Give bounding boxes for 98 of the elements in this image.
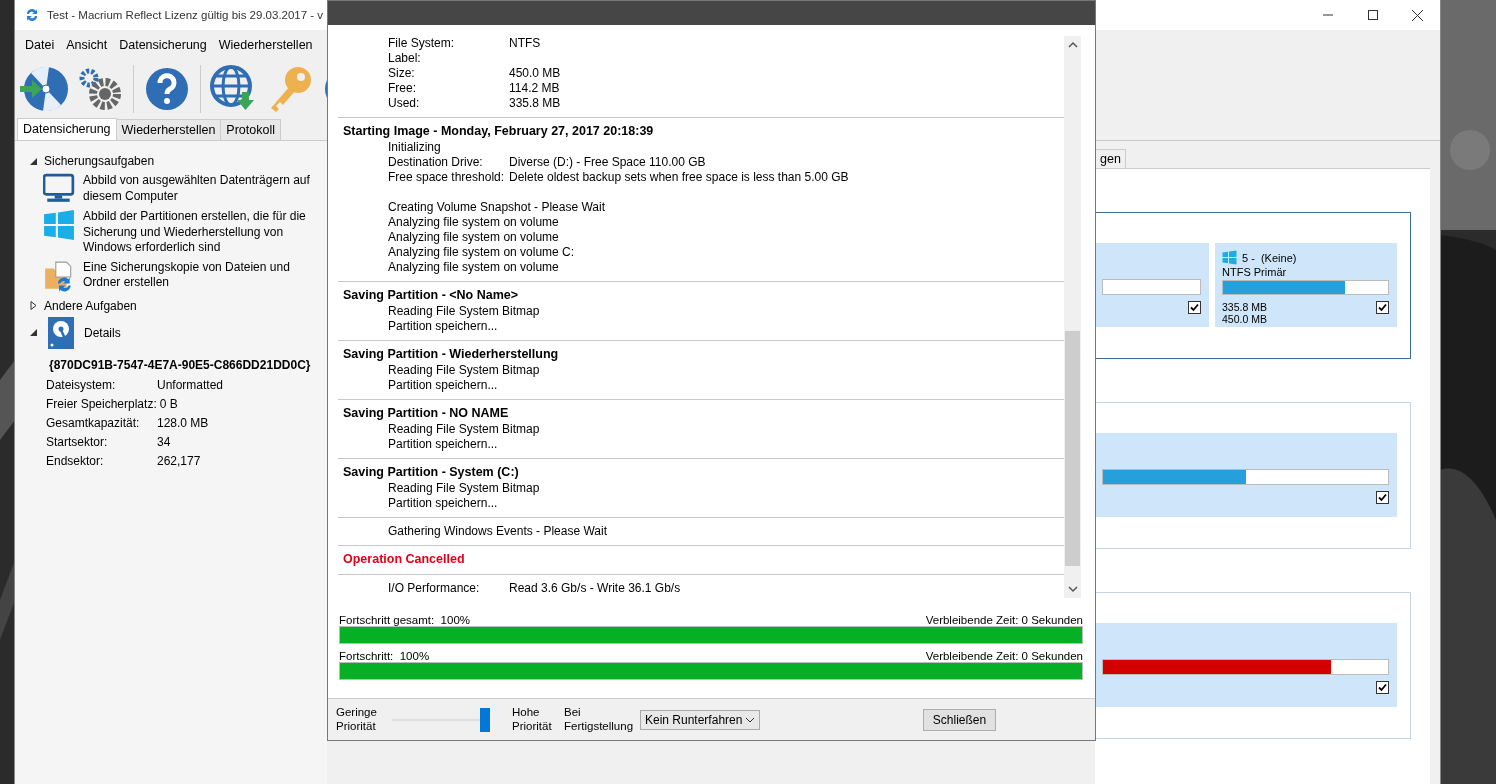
close-dialog-button[interactable]: Schließen bbox=[923, 708, 996, 731]
log-label: I/O Performance: bbox=[388, 581, 481, 596]
menu-item[interactable]: Datensicherung bbox=[113, 38, 213, 52]
section-title[interactable]: Sicherungsaufgaben bbox=[44, 154, 155, 168]
remaining-time: Verbleibende Zeit: 0 Sekunden bbox=[925, 614, 1083, 626]
priority-label: Hohe Priorität bbox=[512, 706, 553, 733]
log-value: 335.8 MB bbox=[509, 96, 561, 111]
app-logo-icon bbox=[25, 8, 39, 22]
log-heading: Saving Partition - Wiederherstellung bbox=[342, 347, 560, 363]
log-line: Initializing bbox=[388, 140, 441, 155]
detail-value: 0 B bbox=[159, 397, 178, 411]
progress-label: Fortschritt: 100% bbox=[339, 650, 430, 662]
log-line: Creating Volume Snapshot - Please Wait bbox=[388, 200, 605, 215]
error-heading: Operation Cancelled bbox=[342, 552, 466, 568]
log-line: Gathering Windows Events - Please Wait bbox=[388, 524, 607, 539]
log-line: Partition speichern... bbox=[388, 319, 498, 334]
remaining-time: Verbleibende Zeit: 0 Sekunden bbox=[925, 650, 1083, 662]
detail-label: Dateisystem: bbox=[46, 378, 117, 392]
menu-item[interactable]: Datei bbox=[19, 38, 61, 52]
detail-label: Gesamtkapazität: bbox=[46, 416, 141, 430]
task-link[interactable]: Eine Sicherungskopie von Dateien und Ordner erstellen bbox=[83, 259, 327, 292]
log-value: Read 3.6 Gb/s - Write 36.1 Gb/s bbox=[509, 581, 681, 596]
log-line: Analyzing file system on volume C: bbox=[388, 245, 575, 260]
detail-value: 262,177 bbox=[157, 454, 201, 468]
log-line: Analyzing file system on volume bbox=[388, 260, 559, 275]
maximize-icon[interactable] bbox=[1367, 10, 1378, 20]
total-size: 450.0 MB bbox=[1222, 313, 1267, 326]
log-line: Reading File System Bitmap bbox=[388, 363, 540, 378]
scrollbar[interactable] bbox=[1064, 36, 1081, 598]
tab[interactable]: Protokoll bbox=[220, 119, 281, 140]
log-heading: Saving Partition - NO NAME bbox=[342, 406, 510, 422]
log-value: 450.0 MB bbox=[509, 66, 561, 81]
detail-label: Freier Speicherplatz: bbox=[46, 397, 157, 411]
tab[interactable]: Wiederherstellen bbox=[115, 119, 222, 140]
completion-dropdown[interactable]: Kein Runterfahren bbox=[640, 709, 760, 730]
log-value: Delete oldest backup sets when free space is less than 5.00 GB bbox=[509, 170, 849, 185]
menu-item[interactable]: Ansicht bbox=[60, 38, 114, 52]
close-icon[interactable] bbox=[1412, 9, 1423, 21]
log-line: Analyzing file system on volume bbox=[388, 230, 559, 245]
window-title: Test - Macrium Reflect Lizenz gültig bis 29.03.2017 - v bbox=[47, 9, 324, 21]
collapse-icon[interactable] bbox=[29, 156, 38, 166]
log-label: Size: bbox=[388, 66, 416, 81]
partition-name: 5 - (Keine) bbox=[1242, 251, 1297, 264]
tab[interactable]: gen bbox=[1095, 149, 1126, 168]
chevron-down-icon[interactable] bbox=[745, 716, 755, 723]
partition-type: NTFS Primär bbox=[1222, 265, 1288, 280]
log-heading: Saving Partition - <No Name> bbox=[342, 288, 520, 304]
partition-card[interactable]: 5 - (Keine) NTFS Primär 335.8 MB 450.0 MB bbox=[1215, 243, 1397, 327]
detail-label: Startsektor: bbox=[46, 435, 109, 449]
detail-value: 34 bbox=[157, 435, 171, 449]
log-heading: Starting Image - Monday, February 27, 2017 20:18:39 bbox=[342, 124, 655, 140]
log-label: Used: bbox=[388, 96, 421, 111]
task-link[interactable]: Abbild der Partitionen erstellen, die für die Sicherung und Wiederherstellung von Windows erforderlich sind bbox=[83, 209, 327, 256]
used-size: 335.8 MB bbox=[1222, 301, 1267, 314]
log-heading: Saving Partition - System (C:) bbox=[342, 465, 520, 481]
detail-value: 128.0 MB bbox=[157, 416, 209, 430]
detail-value: Unformatted bbox=[157, 378, 224, 392]
section-title: Details bbox=[84, 325, 121, 340]
detail-label: Endsektor: bbox=[46, 454, 105, 468]
menu-item[interactable]: Wiederherstellen bbox=[212, 38, 319, 52]
log-line: Reading File System Bitmap bbox=[388, 481, 540, 496]
slider-thumb[interactable] bbox=[480, 707, 490, 732]
log-line: Partition speichern... bbox=[388, 437, 498, 452]
log-value: 114.2 MB bbox=[509, 81, 560, 96]
disk-id: {870DC91B-7547-4E7A-90E5-C866DD21DD0C} bbox=[49, 357, 312, 372]
progress-label: Fortschritt gesamt: 100% bbox=[339, 614, 471, 626]
log-label: File System: bbox=[388, 36, 455, 51]
monitor-icon bbox=[43, 173, 75, 205]
log-line: Partition speichern... bbox=[388, 378, 498, 393]
collapse-icon[interactable] bbox=[29, 328, 38, 337]
checkbox[interactable] bbox=[1188, 301, 1201, 314]
windows-logo-icon bbox=[1222, 250, 1237, 266]
log-value: NTFS bbox=[509, 36, 541, 51]
priority-slider[interactable] bbox=[392, 707, 490, 732]
scroll-down-icon[interactable] bbox=[1067, 584, 1078, 594]
priority-label: Geringe Priorität bbox=[336, 706, 378, 733]
checkbox[interactable] bbox=[1376, 681, 1389, 694]
log-line: Analyzing file system on volume bbox=[388, 215, 559, 230]
section-title[interactable]: Andere Aufgaben bbox=[44, 298, 137, 313]
log-label: Free space threshold: bbox=[388, 170, 506, 185]
disk-group[interactable] bbox=[1095, 592, 1411, 739]
tab[interactable]: Datensicherung bbox=[17, 118, 117, 140]
log-line: Partition speichern... bbox=[388, 496, 498, 511]
disk-group[interactable]: 5 - (Keine) NTFS Primär 335.8 MB 450.0 MB bbox=[1095, 212, 1411, 359]
windows-logo-icon bbox=[43, 209, 75, 241]
log-line: Reading File System Bitmap bbox=[388, 304, 540, 319]
scroll-up-icon[interactable] bbox=[1067, 40, 1078, 50]
task-link[interactable]: Abbild von ausgewählten Datenträgern auf diesem Computer bbox=[83, 173, 327, 205]
expand-icon[interactable] bbox=[29, 301, 38, 310]
partition-card[interactable] bbox=[1095, 623, 1397, 707]
log-line: Reading File System Bitmap bbox=[388, 422, 540, 437]
log-label: Free: bbox=[388, 81, 417, 96]
log-label: Destination Drive: bbox=[388, 155, 484, 170]
disc-arrow-icon[interactable] bbox=[19, 64, 69, 114]
log-label: Label: bbox=[388, 51, 422, 66]
log-value: Diverse (D:) - Free Space 110.00 GB bbox=[509, 155, 706, 170]
checkbox[interactable] bbox=[1376, 301, 1389, 315]
checkbox[interactable] bbox=[1376, 491, 1389, 504]
